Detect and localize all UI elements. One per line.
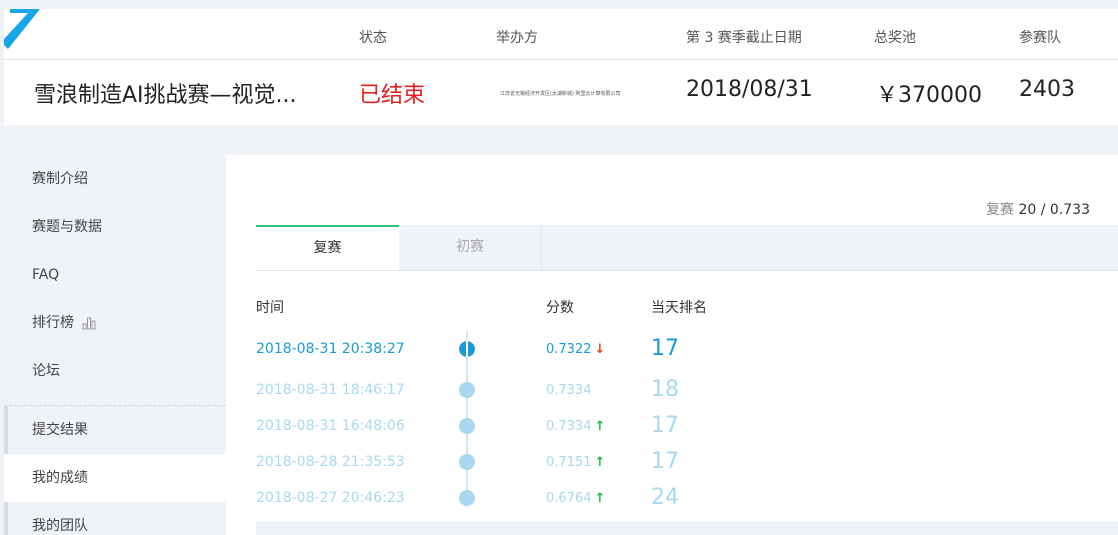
row-score-value: 0.7334	[546, 383, 592, 398]
sidebar-item-data[interactable]: 赛题与数据	[4, 203, 226, 251]
timeline-dot-icon	[459, 382, 475, 398]
status-badge: 已结束	[359, 83, 426, 108]
sidebar-item-leaderboard[interactable]: 排行榜	[4, 299, 226, 347]
row-score-value: 0.7151	[546, 455, 592, 470]
row-rank: 17	[651, 449, 679, 474]
summary-value: 20 / 0.733	[1018, 202, 1090, 218]
timeline-dot-icon	[459, 490, 475, 506]
row-time: 2018-08-31 20:38:27	[256, 341, 405, 357]
trend-up-icon: ↑	[594, 455, 606, 470]
sidebar-item-label: 排行榜	[32, 315, 74, 331]
deadline-column-label: 第 3 赛季截止日期	[686, 30, 802, 46]
row-rank: 24	[651, 485, 679, 510]
sidebar-item-submit[interactable]: 提交结果	[4, 406, 226, 454]
tab-preliminary[interactable]: 初赛	[399, 225, 542, 270]
sidebar-item-label: 赛题与数据	[32, 219, 102, 235]
pagination-bar	[256, 522, 1118, 535]
status-column-label: 状态	[359, 30, 387, 46]
tab-semifinal[interactable]: 复赛	[256, 225, 399, 270]
row-time: 2018-08-31 16:48:06	[256, 418, 405, 434]
scores-panel: 复赛 20 / 0.733 复赛 初赛 时间 分数 当天排名 2018-08-3…	[226, 155, 1118, 535]
row-rank: 17	[651, 413, 679, 438]
row-time: 2018-08-27 20:46:23	[256, 490, 405, 506]
competition-title[interactable]: 雪浪制造AI挑战赛—视觉...	[34, 77, 297, 109]
deadline-value: 2018/08/31	[686, 77, 813, 102]
sidebar-item-my-team[interactable]: 我的团队	[4, 502, 226, 535]
score-column-header: 分数	[546, 300, 574, 316]
sidebar-item-faq[interactable]: FAQ	[4, 251, 226, 299]
organizer-column-label: 举办方	[496, 30, 538, 46]
row-score: 0.6764 ↑	[546, 491, 605, 506]
row-time: 2018-08-31 18:46:17	[256, 382, 405, 398]
row-score-value: 0.6764	[546, 491, 592, 506]
timeline-dot-icon	[459, 418, 475, 434]
trend-up-icon: ↑	[594, 419, 606, 434]
row-score-value: 0.7334	[546, 419, 592, 434]
row-score: 0.7151 ↑	[546, 455, 605, 470]
rank-column-header: 当天排名	[651, 300, 707, 316]
competition-header: 状态 举办方 第 3 赛季截止日期 总奖池 参赛队 雪浪制造AI挑战赛—视觉..…	[4, 9, 1118, 125]
logo-corner-icon	[4, 9, 40, 49]
sidebar-item-rules[interactable]: 赛制介绍	[4, 155, 226, 203]
trend-up-icon: ↑	[594, 491, 606, 506]
row-score: 0.7334 ↑	[546, 419, 605, 434]
organizer-value: 江苏省无锡经济开发区(太湖新城) 阿里云计算有限公司	[500, 91, 621, 97]
prize-column-label: 总奖池	[874, 30, 916, 46]
prize-pool-value: ￥370000	[876, 83, 982, 108]
sidebar-item-forum[interactable]: 论坛	[4, 347, 226, 395]
row-score: 0.7334	[546, 383, 592, 398]
timeline-dot-icon	[459, 454, 475, 470]
teams-column-label: 参赛队	[1019, 30, 1061, 46]
sidebar-item-my-scores[interactable]: 我的成绩	[4, 454, 226, 502]
score-summary: 复赛 20 / 0.733	[986, 199, 1090, 219]
trend-down-icon: ↓	[594, 342, 606, 357]
timeline-dot-icon	[459, 341, 475, 357]
summary-stage: 复赛	[986, 202, 1015, 218]
row-time: 2018-08-28 21:35:53	[256, 454, 405, 470]
team-count-value: 2403	[1019, 77, 1075, 102]
row-rank: 17	[651, 336, 679, 361]
stage-tabs: 复赛 初赛	[256, 225, 1118, 271]
bar-chart-icon	[82, 317, 96, 330]
time-column-header: 时间	[256, 300, 284, 316]
sidebar-item-label: 论坛	[32, 363, 60, 379]
sidebar-item-label: 我的成绩	[32, 470, 88, 486]
sidebar-item-label: 赛制介绍	[32, 171, 88, 187]
sidebar-item-label: 提交结果	[32, 422, 88, 438]
row-rank: 18	[651, 377, 679, 402]
sidebar-item-label: 我的团队	[32, 518, 88, 534]
sidebar-item-label: FAQ	[32, 267, 60, 283]
row-score-value: 0.7322	[546, 342, 592, 357]
sidebar-nav: 赛制介绍 赛题与数据 FAQ 排行榜 论坛 提交结果 我的成绩 我的团队	[4, 155, 226, 535]
header-divider	[4, 59, 1118, 60]
row-score: 0.7322 ↓	[546, 342, 605, 357]
